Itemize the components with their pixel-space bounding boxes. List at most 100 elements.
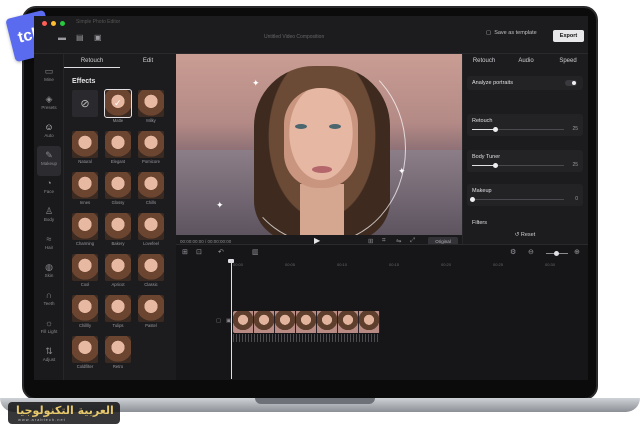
nav-item-presets[interactable]: ◈ Presets bbox=[34, 94, 64, 110]
effect-thumb[interactable]: Coldfilter bbox=[72, 336, 98, 370]
effect-thumb[interactable]: Glossy bbox=[105, 172, 131, 206]
retouch-card: Retouch 25 bbox=[467, 114, 583, 136]
effect-thumb[interactable]: Classic bbox=[138, 254, 164, 288]
timeline-toolbar: ⊞ ⊡ ↶ ▥ ⚙ ⊖ ⊕ bbox=[176, 245, 588, 259]
teeth-icon: ∩ bbox=[45, 290, 53, 300]
lock-track-icon[interactable]: ▢ bbox=[216, 318, 221, 324]
title-bar: Simple Photo Editor ▬ ▤ ▣ Untitled Video… bbox=[34, 16, 588, 54]
body-tuner-slider[interactable] bbox=[472, 163, 564, 168]
makeup-value: 0 bbox=[575, 196, 578, 202]
preview-frame[interactable]: ✦ ✦ ✦ bbox=[176, 54, 462, 235]
clip-frame bbox=[233, 311, 254, 333]
slider-knob[interactable] bbox=[493, 163, 498, 168]
analyze-portraits-toggle[interactable] bbox=[565, 80, 577, 86]
effect-thumb[interactable]: Apricot bbox=[105, 254, 131, 288]
effect-preview-image bbox=[105, 131, 131, 158]
effect-thumb[interactable]: Charming bbox=[72, 213, 98, 247]
tab-edit[interactable]: Edit bbox=[120, 54, 176, 68]
effect-thumb[interactable]: ✓ Matte bbox=[104, 89, 132, 124]
effects-panel: Retouch Edit Effects ⊘ ✓ Matte Milky Natural… bbox=[64, 54, 176, 380]
effect-thumb[interactable]: Retro bbox=[105, 336, 131, 370]
ruler-tick: 00:30 bbox=[545, 262, 556, 267]
ruler-tick: 00:25 bbox=[493, 262, 504, 267]
nav-item-makeup[interactable]: ✎ Makeup bbox=[34, 150, 64, 166]
folder-icon[interactable]: ▬ bbox=[58, 33, 66, 42]
nav-item-teeth[interactable]: ∩ Teeth bbox=[34, 290, 64, 306]
effect-label: Natural bbox=[78, 159, 92, 164]
effect-thumb[interactable]: Milky bbox=[138, 90, 164, 124]
tab-speed[interactable]: Speed bbox=[547, 54, 588, 68]
effect-thumb[interactable]: Elegant bbox=[105, 131, 131, 165]
close-window-dot[interactable] bbox=[42, 21, 47, 26]
video-preview: ✦ ✦ ✦ 00:00:00:00 / 00:00:00:00 ▶ ⊞ ⌗ ⇋ … bbox=[176, 54, 462, 249]
light-icon: ☼ bbox=[44, 318, 54, 328]
toggle-knob bbox=[572, 81, 576, 85]
grid-icon[interactable]: ⊡ bbox=[196, 248, 202, 256]
app-window: Simple Photo Editor ▬ ▤ ▣ Untitled Video… bbox=[34, 16, 588, 380]
slider-fill bbox=[472, 129, 495, 130]
effect-thumb[interactable]: Innes bbox=[72, 172, 98, 206]
slider-knob[interactable] bbox=[470, 197, 475, 202]
nav-item-face[interactable]: ◔ Face bbox=[34, 178, 64, 194]
nav-item-hair[interactable]: ≈ Hair bbox=[34, 234, 64, 250]
nav-item-adjust[interactable]: ⇅ Adjust bbox=[34, 346, 64, 362]
laptop-notch bbox=[255, 398, 375, 404]
video-clip[interactable] bbox=[233, 311, 380, 333]
media-icon[interactable]: ▣ bbox=[94, 33, 102, 42]
properties-panel: Retouch Audio Speed Analyze portraits Re… bbox=[462, 54, 588, 244]
clip-frame bbox=[254, 311, 275, 333]
retouch-slider[interactable] bbox=[472, 127, 564, 132]
split-icon[interactable]: ▥ bbox=[252, 248, 259, 256]
nav-item-label: Auto bbox=[44, 133, 54, 138]
effect-label: Classic bbox=[144, 282, 158, 287]
nav-item-body[interactable]: ♙ Body bbox=[34, 206, 64, 222]
settings-icon[interactable]: ⚙ bbox=[510, 248, 516, 256]
tab-retouch[interactable]: Retouch bbox=[64, 54, 120, 68]
sparkle-icon: ✦ bbox=[216, 200, 224, 210]
tab-retouch-properties[interactable]: Retouch bbox=[463, 54, 505, 68]
undo-icon[interactable]: ↶ bbox=[218, 248, 224, 256]
audio-waveform[interactable] bbox=[233, 334, 380, 342]
document-icon[interactable]: ▤ bbox=[76, 33, 84, 42]
ruler-tick: 00:10 bbox=[337, 262, 348, 267]
save-as-template-button[interactable]: ▢ Save as template bbox=[486, 30, 537, 36]
effect-thumb[interactable]: Natural bbox=[72, 131, 98, 165]
export-button[interactable]: Export bbox=[553, 30, 584, 42]
maximize-window-dot[interactable] bbox=[60, 21, 65, 26]
playhead[interactable] bbox=[231, 261, 232, 379]
stage: tch Simple Photo Editor ▬ ▤ ▣ Untitled V… bbox=[0, 0, 640, 427]
effect-preview-image bbox=[105, 336, 131, 363]
select-tool-icon[interactable]: ⊞ bbox=[182, 248, 188, 256]
makeup-label: Makeup bbox=[472, 188, 492, 194]
effect-thumb[interactable]: Pastel bbox=[138, 295, 164, 329]
nav-item-auto[interactable]: ☺ Auto bbox=[34, 122, 64, 138]
effect-preview-image bbox=[105, 172, 131, 199]
nav-item-skin[interactable]: ◍ Skin bbox=[34, 262, 64, 278]
effect-label: Glossy bbox=[111, 200, 125, 205]
makeup-slider[interactable] bbox=[470, 197, 564, 202]
tab-audio[interactable]: Audio bbox=[505, 54, 547, 68]
nav-item-fill-light[interactable]: ☼ Fill Light bbox=[34, 318, 64, 334]
minimize-window-dot[interactable] bbox=[51, 21, 56, 26]
nav-item-label: Body bbox=[43, 217, 55, 222]
zoom-out-icon[interactable]: ⊖ bbox=[528, 248, 534, 256]
effect-thumb[interactable]: Bakery bbox=[105, 213, 131, 247]
nav-item-mine[interactable]: ▭ Mine bbox=[34, 66, 64, 82]
effect-preview-image bbox=[138, 254, 164, 281]
zoom-in-icon[interactable]: ⊕ bbox=[574, 248, 580, 256]
effect-thumb[interactable]: Pornicore bbox=[138, 131, 164, 165]
slider-knob[interactable] bbox=[493, 127, 498, 132]
body-tuner-label: Body Tuner bbox=[472, 154, 501, 160]
effect-thumb[interactable]: Tulips bbox=[105, 295, 131, 329]
effect-thumb[interactable]: Chills bbox=[138, 172, 164, 206]
effect-none[interactable]: ⊘ bbox=[72, 90, 98, 124]
effect-thumb[interactable]: Cool bbox=[72, 254, 98, 288]
no-effect-icon: ⊘ bbox=[72, 90, 98, 117]
effect-thumb[interactable]: Chilllly bbox=[72, 295, 98, 329]
effect-label: Apricot bbox=[111, 282, 125, 287]
effect-preview-image bbox=[138, 295, 164, 322]
watermark-subtext: www.arabtech.net bbox=[18, 417, 66, 422]
zoom-knob[interactable] bbox=[553, 251, 559, 256]
effect-thumb[interactable]: Lovefeel bbox=[138, 213, 164, 247]
reset-button[interactable]: ↺ Reset bbox=[467, 232, 583, 238]
